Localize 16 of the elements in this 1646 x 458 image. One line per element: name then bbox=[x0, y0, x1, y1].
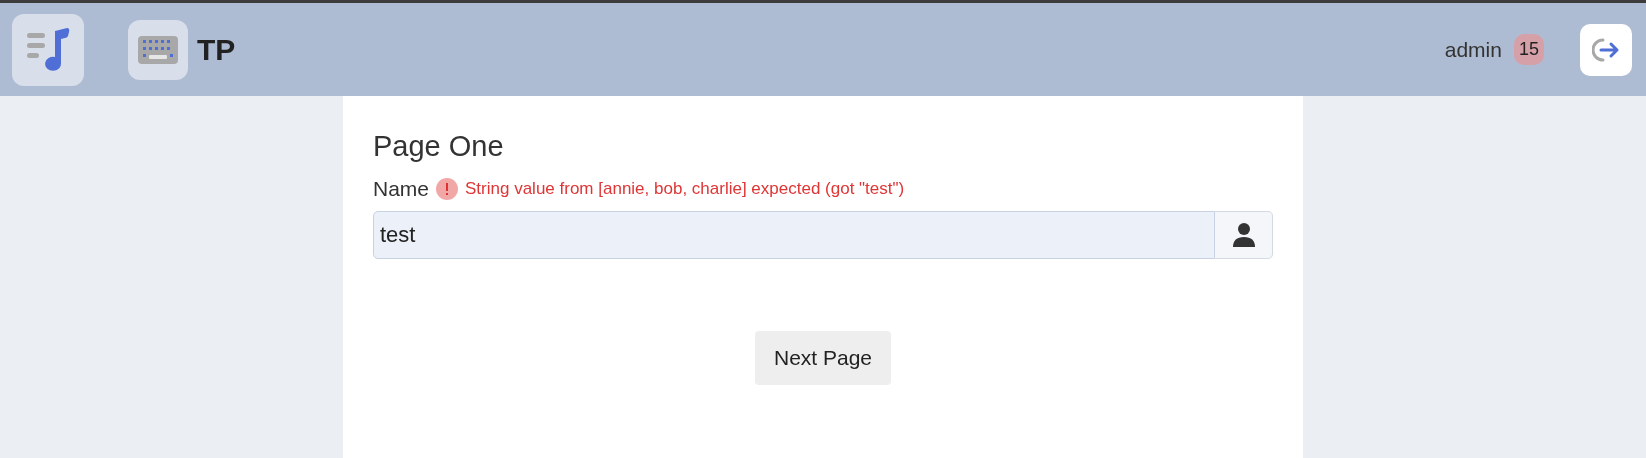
logout-icon bbox=[1592, 36, 1620, 63]
logout-button[interactable] bbox=[1580, 23, 1632, 76]
username: admin bbox=[1444, 37, 1502, 62]
error-message: String value from [annie, bob, charlie] expected (got "test") bbox=[465, 179, 905, 199]
page-title: Page One bbox=[373, 130, 505, 163]
app-title: TP bbox=[197, 32, 236, 67]
keyboard-button[interactable] bbox=[128, 19, 188, 80]
keyboard-icon bbox=[138, 35, 178, 64]
name-input-field[interactable]: test bbox=[373, 211, 1215, 259]
user-picker-button[interactable] bbox=[1215, 211, 1273, 259]
person-icon bbox=[1232, 223, 1255, 247]
field-label: Name bbox=[373, 177, 430, 201]
next-page-button[interactable]: Next Page bbox=[754, 331, 892, 385]
notification-badge: 15 bbox=[1513, 34, 1544, 65]
music-list-icon bbox=[25, 26, 71, 73]
menu-button[interactable] bbox=[12, 13, 84, 86]
